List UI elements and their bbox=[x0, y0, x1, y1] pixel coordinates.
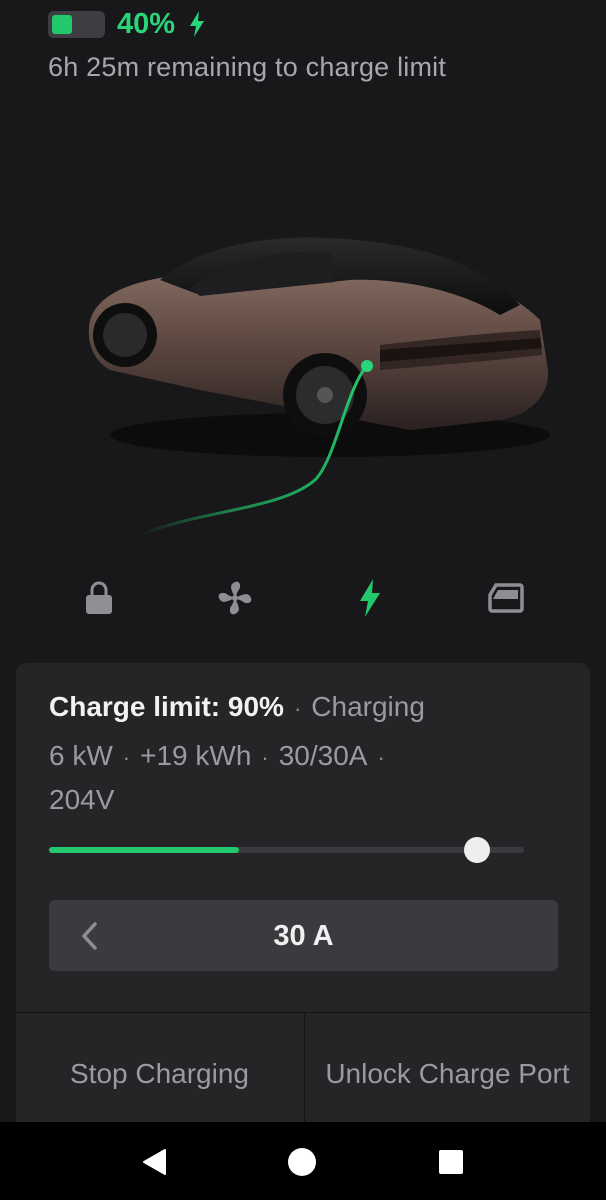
unlock-charge-port-button[interactable]: Unlock Charge Port bbox=[304, 1013, 590, 1133]
vehicle-controls bbox=[0, 570, 606, 626]
home-icon[interactable] bbox=[284, 1144, 320, 1180]
battery-status: 40% bbox=[48, 6, 207, 42]
stop-charging-button[interactable]: Stop Charging bbox=[16, 1013, 303, 1133]
time-remaining: 6h 25m remaining to charge limit bbox=[48, 52, 447, 82]
amps-control: 30 A bbox=[49, 900, 558, 971]
fan-icon[interactable] bbox=[207, 570, 263, 626]
charge-power: 6 kW bbox=[49, 740, 113, 771]
charge-state: Charging bbox=[311, 691, 425, 722]
battery-fill bbox=[52, 14, 72, 34]
amps-value: 30 A bbox=[273, 920, 334, 952]
lock-icon[interactable] bbox=[71, 570, 127, 626]
battery-icon bbox=[48, 10, 105, 38]
slider-thumb[interactable] bbox=[463, 837, 490, 863]
back-icon[interactable] bbox=[136, 1144, 172, 1180]
slider-battery-fill bbox=[49, 847, 239, 853]
charge-limit-slider[interactable] bbox=[49, 837, 524, 863]
frunk-icon[interactable] bbox=[478, 570, 534, 626]
charge-panel: Charge limit: 90% · Charging 6 kW · +19 kWh ·… bbox=[16, 663, 590, 1133]
charge-details: 6 kW · +19 kWh · 30/30A · 204V bbox=[49, 740, 385, 815]
system-nav-bar bbox=[0, 1122, 606, 1200]
charge-summary: Charge limit: 90% · Charging bbox=[49, 691, 425, 722]
recents-icon[interactable] bbox=[433, 1144, 469, 1180]
charge-voltage: 204V bbox=[49, 784, 115, 815]
battery-percent: 40% bbox=[117, 7, 176, 40]
charge-actions: Stop Charging Unlock Charge Port bbox=[16, 1012, 590, 1133]
charge-current: 30/30A bbox=[278, 740, 368, 771]
bolt-icon bbox=[190, 11, 205, 37]
charge-limit: Charge limit: 90% bbox=[49, 691, 284, 722]
car-image bbox=[88, 237, 550, 537]
charge-energy: +19 kWh bbox=[140, 740, 252, 771]
bolt-icon[interactable] bbox=[342, 570, 398, 626]
